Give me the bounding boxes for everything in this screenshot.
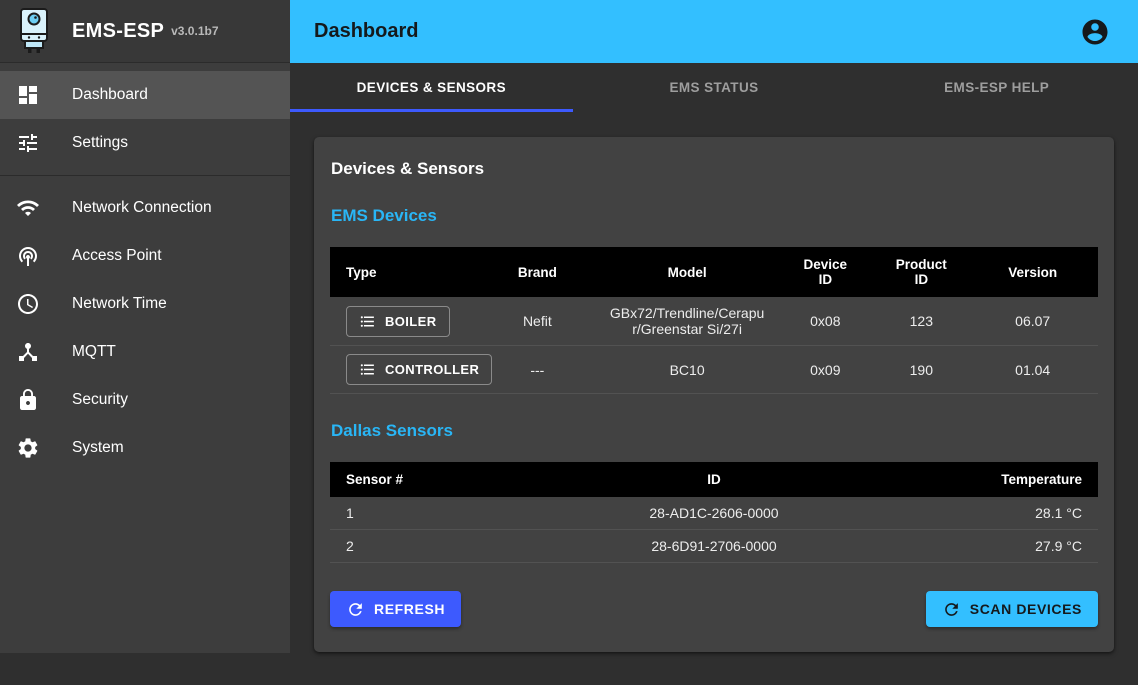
device-id-cell: 0x08 — [775, 297, 875, 346]
col-sensor-num: Sensor # — [330, 462, 522, 497]
card-actions: REFRESH SCAN DEVICES — [330, 591, 1098, 627]
sidebar-nav-secondary: Network Connection Access Point Network … — [0, 176, 290, 480]
ems-devices-table: Type Brand Model Device ID Product ID Ve… — [330, 247, 1098, 394]
scan-devices-button[interactable]: SCAN DEVICES — [926, 591, 1098, 627]
col-device-id: Device ID — [775, 247, 875, 297]
tab-ems-esp-help[interactable]: EMS-ESP HELP — [855, 63, 1138, 112]
version-cell: 01.04 — [967, 346, 1098, 394]
brand-cell: --- — [476, 346, 599, 394]
col-type: Type — [330, 247, 476, 297]
sidebar-nav-primary: Dashboard Settings — [0, 63, 290, 175]
wifi-icon — [16, 196, 40, 220]
refresh-button[interactable]: REFRESH — [330, 591, 461, 627]
sidebar-item-mqtt[interactable]: MQTT — [0, 328, 290, 376]
sidebar-item-label: System — [72, 439, 124, 457]
main-area: Dashboard DEVICES & SENSORS EMS STATUS E… — [290, 0, 1138, 685]
table-row-controller: CONTROLLER --- BC10 0x09 190 01.04 — [330, 346, 1098, 394]
sensor-temp-cell: 27.9 °C — [906, 530, 1098, 563]
col-model: Model — [599, 247, 776, 297]
table-row-boiler: BOILER Nefit GBx72/Trendline/Cerapur/Gre… — [330, 297, 1098, 346]
sidebar-item-dashboard[interactable]: Dashboard — [0, 71, 290, 119]
sidebar-item-settings[interactable]: Settings — [0, 119, 290, 167]
sidebar-item-network-time[interactable]: Network Time — [0, 280, 290, 328]
device-hub-icon — [16, 340, 40, 364]
brand-cell: Nefit — [476, 297, 599, 346]
dallas-sensors-heading: Dallas Sensors — [314, 421, 1114, 441]
sidebar-item-access-point[interactable]: Access Point — [0, 232, 290, 280]
sensor-num-cell: 2 — [330, 530, 522, 563]
table-row-sensor-2: 2 28-6D91-2706-0000 27.9 °C — [330, 530, 1098, 563]
refresh-icon — [942, 600, 961, 619]
sidebar-item-label: Settings — [72, 134, 128, 152]
sensor-temp-cell: 28.1 °C — [906, 497, 1098, 530]
model-cell: BC10 — [599, 346, 776, 394]
tune-icon — [16, 131, 40, 155]
sidebar-item-label: Access Point — [72, 247, 162, 265]
account-button[interactable] — [1080, 17, 1110, 47]
appbar: Dashboard — [290, 0, 1138, 63]
app-title: EMS-ESP — [72, 20, 164, 43]
device-type-cell: BOILER — [330, 297, 476, 346]
dallas-sensors-table: Sensor # ID Temperature 1 28-AD1C-2606-0… — [330, 462, 1098, 563]
sidebar-item-security[interactable]: Security — [0, 376, 290, 424]
sidebar: EMS-ESP v3.0.1b7 Dashboard Settings Netw… — [0, 0, 290, 653]
tab-ems-status[interactable]: EMS STATUS — [573, 63, 856, 112]
device-id-cell: 0x09 — [775, 346, 875, 394]
ems-table-header-row: Type Brand Model Device ID Product ID Ve… — [330, 247, 1098, 297]
sidebar-item-network-connection[interactable]: Network Connection — [0, 184, 290, 232]
refresh-icon — [346, 600, 365, 619]
list-icon — [359, 361, 376, 378]
wifi-tethering-icon — [16, 244, 40, 268]
col-brand: Brand — [476, 247, 599, 297]
sensor-id-cell: 28-AD1C-2606-0000 — [522, 497, 906, 530]
product-id-cell: 123 — [875, 297, 967, 346]
sidebar-item-label: Dashboard — [72, 86, 148, 104]
tab-bar: DEVICES & SENSORS EMS STATUS EMS-ESP HEL… — [290, 63, 1138, 112]
model-cell: GBx72/Trendline/Cerapur/Greenstar Si/27i — [599, 297, 776, 346]
boiler-device-button[interactable]: BOILER — [346, 306, 450, 337]
card-title: Devices & Sensors — [314, 153, 1114, 179]
controller-device-button[interactable]: CONTROLLER — [346, 354, 492, 385]
list-icon — [359, 313, 376, 330]
ems-devices-heading: EMS Devices — [314, 206, 1114, 226]
sidebar-item-label: Security — [72, 391, 128, 409]
lock-icon — [16, 388, 40, 412]
sensor-id-cell: 28-6D91-2706-0000 — [522, 530, 906, 563]
page-title: Dashboard — [314, 20, 1080, 43]
tab-devices-sensors[interactable]: DEVICES & SENSORS — [290, 63, 573, 112]
sidebar-item-system[interactable]: System — [0, 424, 290, 472]
gear-icon — [16, 436, 40, 460]
version-cell: 06.07 — [967, 297, 1098, 346]
dallas-table-header-row: Sensor # ID Temperature — [330, 462, 1098, 497]
dashboard-icon — [16, 83, 40, 107]
product-id-cell: 190 — [875, 346, 967, 394]
device-type-cell: CONTROLLER — [330, 346, 476, 394]
col-id: ID — [522, 462, 906, 497]
sidebar-item-label: Network Connection — [72, 199, 212, 217]
account-circle-icon — [1080, 17, 1110, 47]
sensor-num-cell: 1 — [330, 497, 522, 530]
clock-icon — [16, 292, 40, 316]
col-product-id: Product ID — [875, 247, 967, 297]
col-version: Version — [967, 247, 1098, 297]
app-logo-bar: EMS-ESP v3.0.1b7 — [0, 0, 290, 63]
table-row-sensor-1: 1 28-AD1C-2606-0000 28.1 °C — [330, 497, 1098, 530]
boiler-logo-icon — [14, 7, 54, 55]
app-version: v3.0.1b7 — [171, 24, 218, 38]
sidebar-item-label: MQTT — [72, 343, 116, 361]
col-temperature: Temperature — [906, 462, 1098, 497]
sidebar-item-label: Network Time — [72, 295, 167, 313]
devices-sensors-card: Devices & Sensors EMS Devices Type Brand… — [314, 137, 1114, 652]
